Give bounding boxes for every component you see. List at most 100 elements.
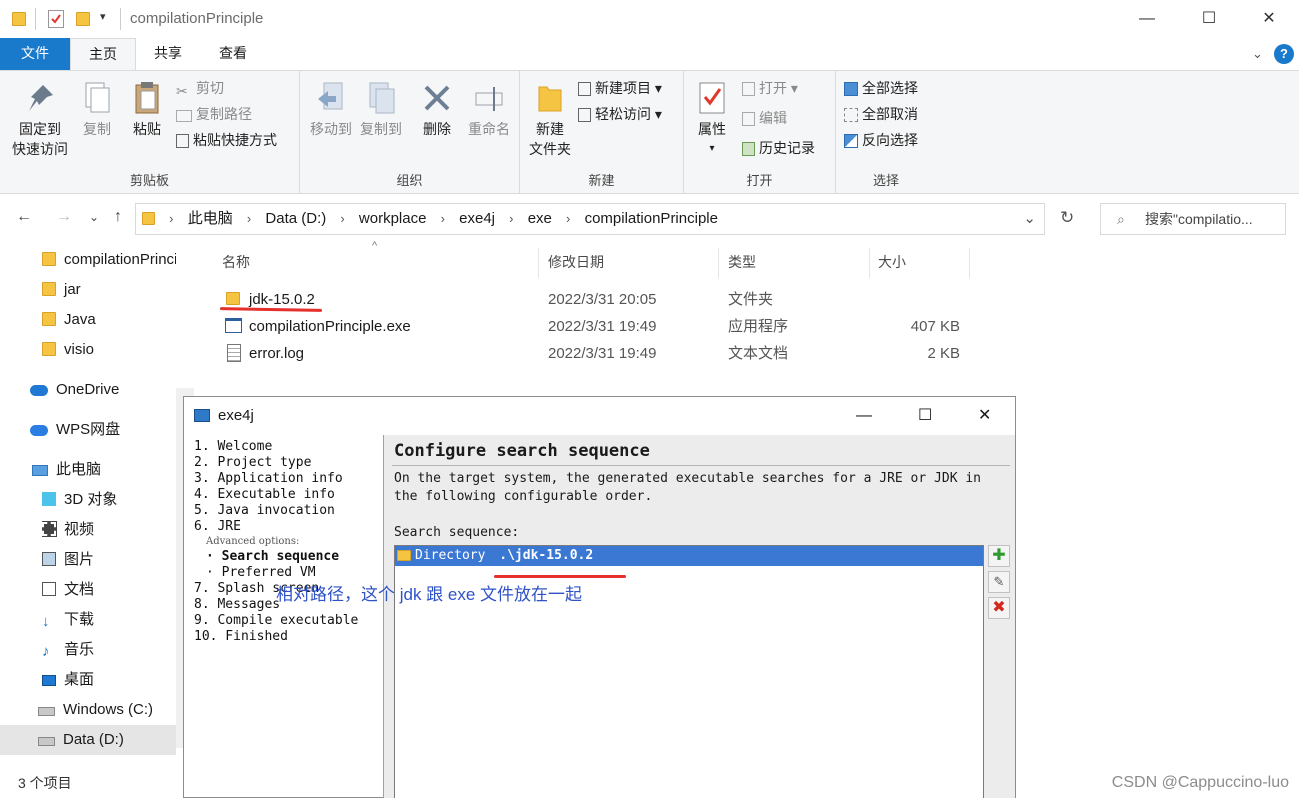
- paste-shortcut-button[interactable]: 粘贴快捷方式: [176, 129, 277, 151]
- nav-item-pictures[interactable]: 图片: [42, 545, 176, 575]
- breadcrumb-chevron-icon[interactable]: ›: [509, 204, 513, 234]
- forward-arrow-icon[interactable]: →: [52, 208, 76, 226]
- properties-dropdown-icon[interactable]: ▾: [690, 139, 734, 159]
- move-to-button[interactable]: 移动到: [306, 81, 356, 139]
- step-project-type[interactable]: 2. Project type: [194, 455, 384, 471]
- edit-entry-button[interactable]: ✎: [988, 571, 1010, 593]
- column-divider[interactable]: [869, 248, 870, 278]
- invert-selection-button[interactable]: 反向选择: [844, 129, 918, 151]
- select-all-button[interactable]: 全部选择: [844, 77, 918, 99]
- text-file-icon: [227, 344, 241, 362]
- nav-item-compilationprinciple[interactable]: compilationPrinciple: [42, 245, 176, 275]
- nav-item-downloads[interactable]: ↓ 下载: [42, 605, 176, 635]
- breadcrumb-chevron-icon[interactable]: ›: [169, 204, 173, 234]
- address-bar[interactable]: › 此电脑 › Data (D:) › workplace › exe4j › …: [135, 203, 1045, 235]
- select-none-button[interactable]: 全部取消: [844, 103, 918, 125]
- step-search-sequence[interactable]: · Search sequence: [194, 549, 384, 565]
- step-welcome[interactable]: 1. Welcome: [194, 439, 384, 455]
- file-row[interactable]: jdk-15.0.2 2022/3/31 20:05 文件夹: [220, 286, 980, 313]
- tab-home[interactable]: 主页: [70, 38, 136, 70]
- properties-button[interactable]: 属性 ▾: [690, 81, 734, 159]
- column-header-type[interactable]: 类型: [728, 248, 756, 276]
- breadcrumb-data-d[interactable]: Data (D:): [265, 204, 326, 234]
- tab-file[interactable]: 文件: [0, 38, 70, 70]
- nav-item-wps[interactable]: WPS网盘: [30, 415, 176, 445]
- step-executable-info[interactable]: 4. Executable info: [194, 487, 384, 503]
- column-divider[interactable]: [538, 248, 539, 278]
- nav-item-videos[interactable]: 视频: [42, 515, 176, 545]
- nav-item-music[interactable]: ♪ 音乐: [42, 635, 176, 665]
- step-application-info[interactable]: 3. Application info: [194, 471, 384, 487]
- column-divider[interactable]: [718, 248, 719, 278]
- edit-button[interactable]: 编辑: [742, 107, 787, 129]
- breadcrumb-chevron-icon[interactable]: ›: [441, 204, 445, 234]
- nav-item-drive-d[interactable]: Data (D:): [0, 725, 176, 755]
- expand-ribbon-icon[interactable]: ⌄: [1252, 46, 1263, 62]
- breadcrumb-current[interactable]: compilationPrinciple: [585, 204, 718, 234]
- column-header-name[interactable]: 名称: [222, 248, 250, 276]
- breadcrumb-chevron-icon[interactable]: ›: [247, 204, 251, 234]
- copy-to-button[interactable]: 复制到: [356, 81, 406, 139]
- new-folder-button[interactable]: 新建 文件夹: [524, 81, 576, 159]
- file-row[interactable]: compilationPrinciple.exe 2022/3/31 19:49…: [220, 313, 980, 340]
- step-finished[interactable]: 10. Finished: [194, 629, 384, 645]
- add-entry-button[interactable]: ✚: [988, 545, 1010, 567]
- new-item-icon: [578, 82, 591, 96]
- dialog-minimize-button[interactable]: —: [856, 397, 872, 435]
- step-java-invocation[interactable]: 5. Java invocation: [194, 503, 384, 519]
- dialog-close-button[interactable]: ✕: [978, 397, 991, 435]
- rename-button[interactable]: 重命名: [464, 81, 514, 139]
- tab-view[interactable]: 查看: [205, 38, 261, 70]
- nav-item-onedrive[interactable]: OneDrive: [30, 375, 176, 405]
- step-jre[interactable]: 6. JRE: [194, 519, 384, 535]
- minimize-button[interactable]: —: [1132, 6, 1162, 32]
- maximize-button[interactable]: ☐: [1194, 6, 1224, 32]
- history-button[interactable]: 历史记录: [742, 137, 815, 159]
- easy-access-button[interactable]: 轻松访问 ▾: [578, 103, 662, 125]
- breadcrumb-exe4j[interactable]: exe4j: [459, 204, 495, 234]
- back-arrow-icon[interactable]: ←: [12, 208, 36, 226]
- nav-item-visio[interactable]: visio: [42, 335, 176, 365]
- nav-item-desktop[interactable]: 桌面: [42, 665, 176, 695]
- up-arrow-icon[interactable]: ↑: [106, 208, 130, 226]
- close-button[interactable]: ✕: [1254, 6, 1284, 32]
- breadcrumb-workplace[interactable]: workplace: [359, 204, 427, 234]
- breadcrumb-exe[interactable]: exe: [528, 204, 552, 234]
- copy-button[interactable]: 复制: [76, 81, 118, 139]
- column-header-size[interactable]: 大小: [878, 248, 906, 276]
- cut-button[interactable]: ✂ 剪切: [176, 77, 224, 99]
- sequence-item-directory[interactable]: Directory .\jdk-15.0.2: [395, 546, 983, 566]
- open-button[interactable]: 打开 ▾: [742, 77, 798, 99]
- tab-share[interactable]: 共享: [140, 38, 196, 70]
- pin-quick-access-button[interactable]: 固定到 快速访问: [8, 81, 72, 159]
- nav-item-3d-objects[interactable]: 3D 对象: [42, 485, 176, 515]
- column-divider[interactable]: [969, 248, 970, 278]
- column-header-date[interactable]: 修改日期: [548, 248, 604, 276]
- nav-item-java[interactable]: Java: [42, 305, 176, 335]
- window-title: compilationPrinciple: [130, 10, 264, 27]
- dialog-maximize-button[interactable]: ☐: [918, 397, 932, 435]
- help-icon[interactable]: ?: [1274, 44, 1294, 64]
- refresh-icon[interactable]: ↻: [1060, 208, 1074, 228]
- breadcrumb-this-pc[interactable]: 此电脑: [188, 204, 233, 234]
- nav-item-jar[interactable]: jar: [42, 275, 176, 305]
- recent-dropdown-icon[interactable]: ⌄: [82, 210, 106, 224]
- qa-dropdown-icon[interactable]: ▾: [100, 10, 106, 23]
- search-input[interactable]: ⌕ 搜索"compilatio...: [1100, 203, 1286, 235]
- nav-item-documents[interactable]: 文档: [42, 575, 176, 605]
- new-folder-qa-icon[interactable]: [76, 12, 90, 26]
- breadcrumb-chevron-icon[interactable]: ›: [566, 204, 570, 234]
- remove-entry-button[interactable]: ✖: [988, 597, 1010, 619]
- properties-qa-icon[interactable]: [48, 10, 64, 28]
- nav-item-this-pc[interactable]: 此电脑: [32, 455, 176, 485]
- step-compile-executable[interactable]: 9. Compile executable: [194, 613, 384, 629]
- file-row[interactable]: error.log 2022/3/31 19:49 文本文档 2 KB: [220, 340, 980, 367]
- new-item-button[interactable]: 新建项目 ▾: [578, 77, 662, 99]
- nav-item-drive-c[interactable]: Windows (C:): [38, 695, 176, 725]
- breadcrumb-chevron-icon[interactable]: ›: [340, 204, 344, 234]
- address-dropdown-icon[interactable]: ⌄: [1023, 204, 1036, 234]
- step-preferred-vm[interactable]: · Preferred VM: [194, 565, 384, 581]
- paste-button[interactable]: 粘贴: [126, 81, 168, 139]
- delete-button[interactable]: 删除: [416, 81, 458, 139]
- copy-path-button[interactable]: 复制路径: [176, 103, 252, 125]
